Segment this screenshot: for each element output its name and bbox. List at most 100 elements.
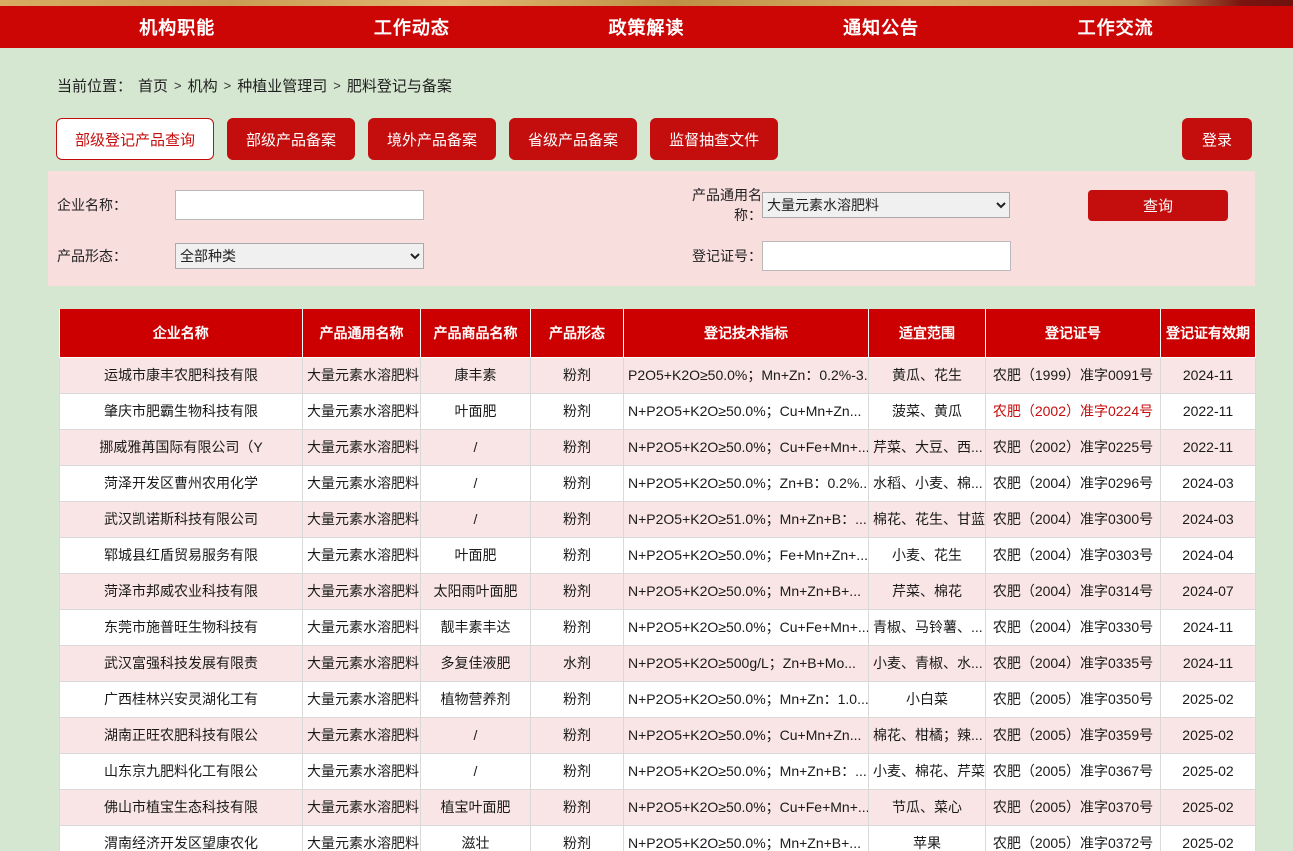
cell-tech-spec: N+P2O5+K2O≥50.0%；Mn+Zn+B+...	[624, 573, 869, 609]
breadcrumb-separator: >	[224, 78, 232, 93]
breadcrumb-fertilizer-registration[interactable]: 肥料登记与备案	[347, 75, 452, 96]
tab-ministry-product-filing[interactable]: 部级产品备案	[227, 118, 355, 160]
table-row[interactable]: 佛山市植宝生态科技有限大量元素水溶肥料植宝叶面肥粉剂N+P2O5+K2O≥50.…	[60, 789, 1256, 825]
cell-tech-spec: N+P2O5+K2O≥50.0%；Cu+Mn+Zn...	[624, 393, 869, 429]
cell-trade-name: /	[421, 501, 531, 537]
cell-tech-spec: N+P2O5+K2O≥50.0%；Cu+Fe+Mn+...	[624, 789, 869, 825]
cell-cert-number[interactable]: 农肥（2005）准字0370号	[986, 789, 1161, 825]
table-row[interactable]: 东莞市施普旺生物科技有大量元素水溶肥料靓丰素丰达粉剂N+P2O5+K2O≥50.…	[60, 609, 1256, 645]
nav-item-notices[interactable]: 通知公告	[843, 14, 919, 40]
tab-ministry-registered-product-query[interactable]: 部级登记产品查询	[56, 118, 214, 160]
cell-generic-name: 大量元素水溶肥料	[303, 573, 421, 609]
cell-tech-spec: N+P2O5+K2O≥50.0%；Zn+B：0.2%...	[624, 465, 869, 501]
cell-cert-number[interactable]: 农肥（2004）准字0330号	[986, 609, 1161, 645]
cell-trade-name: 植宝叶面肥	[421, 789, 531, 825]
cell-cert-number[interactable]: 农肥（2005）准字0367号	[986, 753, 1161, 789]
cell-trade-name: 滋壮	[421, 825, 531, 851]
cell-cert-number[interactable]: 农肥（2005）准字0359号	[986, 717, 1161, 753]
cell-tech-spec: N+P2O5+K2O≥50.0%；Cu+Fe+Mn+...	[624, 429, 869, 465]
cell-cert-expiry: 2024-07	[1161, 573, 1256, 609]
cell-suitable-range: 棉花、花生、甘蓝	[869, 501, 986, 537]
login-button[interactable]: 登录	[1182, 118, 1252, 160]
cell-company-name: 佛山市植宝生态科技有限	[60, 789, 303, 825]
generic-name-select[interactable]: 大量元素水溶肥料	[762, 192, 1010, 218]
cell-company-name: 肇庆市肥霸生物科技有限	[60, 393, 303, 429]
cell-cert-number[interactable]: 农肥（2004）准字0300号	[986, 501, 1161, 537]
cell-tech-spec: N+P2O5+K2O≥50.0%；Cu+Fe+Mn+...	[624, 609, 869, 645]
cell-suitable-range: 小麦、棉花、芹菜	[869, 753, 986, 789]
cell-product-form: 粉剂	[531, 501, 624, 537]
table-row[interactable]: 挪威雅苒国际有限公司（Y大量元素水溶肥料/粉剂N+P2O5+K2O≥50.0%；…	[60, 429, 1256, 465]
table-row[interactable]: 广西桂林兴安灵湖化工有大量元素水溶肥料植物营养剂粉剂N+P2O5+K2O≥50.…	[60, 681, 1256, 717]
cell-suitable-range: 苹果	[869, 825, 986, 851]
breadcrumb-home[interactable]: 首页	[138, 75, 168, 96]
table-row[interactable]: 武汉富强科技发展有限责大量元素水溶肥料多复佳液肥水剂N+P2O5+K2O≥500…	[60, 645, 1256, 681]
breadcrumb-separator: >	[174, 78, 182, 93]
header-product-form: 产品形态	[531, 309, 624, 357]
cell-cert-expiry: 2025-02	[1161, 681, 1256, 717]
table-row[interactable]: 武汉凯诺斯科技有限公司大量元素水溶肥料/粉剂N+P2O5+K2O≥51.0%；M…	[60, 501, 1256, 537]
table-row[interactable]: 湖南正旺农肥科技有限公大量元素水溶肥料/粉剂N+P2O5+K2O≥50.0%；C…	[60, 717, 1256, 753]
cell-cert-number[interactable]: 农肥（2004）准字0335号	[986, 645, 1161, 681]
table-row[interactable]: 肇庆市肥霸生物科技有限大量元素水溶肥料叶面肥粉剂N+P2O5+K2O≥50.0%…	[60, 393, 1256, 429]
cell-company-name: 东莞市施普旺生物科技有	[60, 609, 303, 645]
nav-item-agency-functions[interactable]: 机构职能	[139, 14, 215, 40]
cell-suitable-range: 小麦、花生	[869, 537, 986, 573]
cell-suitable-range: 黄瓜、花生	[869, 357, 986, 393]
cell-cert-expiry: 2025-02	[1161, 753, 1256, 789]
product-form-select[interactable]: 全部种类	[175, 243, 424, 269]
breadcrumb-agency[interactable]: 机构	[188, 75, 218, 96]
tab-provincial-product-filing[interactable]: 省级产品备案	[509, 118, 637, 160]
table-row[interactable]: 郓城县红盾贸易服务有限大量元素水溶肥料叶面肥粉剂N+P2O5+K2O≥50.0%…	[60, 537, 1256, 573]
cell-tech-spec: P2O5+K2O≥50.0%；Mn+Zn：0.2%-3...	[624, 357, 869, 393]
breadcrumb-planting-dept[interactable]: 种植业管理司	[237, 75, 327, 96]
cell-cert-number[interactable]: 农肥（2002）准字0224号	[986, 393, 1161, 429]
cell-product-form: 粉剂	[531, 609, 624, 645]
cell-trade-name: /	[421, 465, 531, 501]
header-cert-expiry: 登记证有效期	[1161, 309, 1256, 357]
cell-trade-name: 康丰素	[421, 357, 531, 393]
table-row[interactable]: 菏泽市邦威农业科技有限大量元素水溶肥料太阳雨叶面肥粉剂N+P2O5+K2O≥50…	[60, 573, 1256, 609]
cell-generic-name: 大量元素水溶肥料	[303, 753, 421, 789]
cert-number-input[interactable]	[762, 241, 1011, 271]
cell-cert-number[interactable]: 农肥（2004）准字0303号	[986, 537, 1161, 573]
cell-company-name: 运城市康丰农肥科技有限	[60, 357, 303, 393]
nav-item-policy-interpretation[interactable]: 政策解读	[608, 14, 684, 40]
cell-company-name: 武汉凯诺斯科技有限公司	[60, 501, 303, 537]
cell-cert-expiry: 2024-11	[1161, 609, 1256, 645]
cell-cert-number[interactable]: 农肥（1999）准字0091号	[986, 357, 1161, 393]
nav-item-work-exchange[interactable]: 工作交流	[1078, 14, 1154, 40]
cell-trade-name: 植物营养剂	[421, 681, 531, 717]
cell-company-name: 郓城县红盾贸易服务有限	[60, 537, 303, 573]
search-panel: 企业名称： 产品通用名称： 大量元素水溶肥料 查询 产品形态： 全部种类 登记证…	[48, 171, 1255, 286]
cell-product-form: 粉剂	[531, 789, 624, 825]
company-name-input[interactable]	[175, 190, 424, 220]
table-row[interactable]: 渭南经济开发区望康农化大量元素水溶肥料滋壮粉剂N+P2O5+K2O≥50.0%；…	[60, 825, 1256, 851]
cell-cert-expiry: 2022-11	[1161, 393, 1256, 429]
nav-item-work-trends[interactable]: 工作动态	[374, 14, 450, 40]
tab-overseas-product-filing[interactable]: 境外产品备案	[368, 118, 496, 160]
cell-trade-name: 多复佳液肥	[421, 645, 531, 681]
header-generic-name: 产品通用名称	[303, 309, 421, 357]
cell-cert-number[interactable]: 农肥（2004）准字0296号	[986, 465, 1161, 501]
cell-suitable-range: 棉花、柑橘；辣...	[869, 717, 986, 753]
query-button[interactable]: 查询	[1088, 190, 1228, 221]
header-suitable-range: 适宜范围	[869, 309, 986, 357]
table-row[interactable]: 运城市康丰农肥科技有限大量元素水溶肥料康丰素粉剂P2O5+K2O≥50.0%；M…	[60, 357, 1256, 393]
cell-cert-number[interactable]: 农肥（2004）准字0314号	[986, 573, 1161, 609]
table-row[interactable]: 菏泽开发区曹州农用化学大量元素水溶肥料/粉剂N+P2O5+K2O≥50.0%；Z…	[60, 465, 1256, 501]
table-row[interactable]: 山东京九肥料化工有限公大量元素水溶肥料/粉剂N+P2O5+K2O≥50.0%；M…	[60, 753, 1256, 789]
cell-generic-name: 大量元素水溶肥料	[303, 501, 421, 537]
main-nav: 机构职能 工作动态 政策解读 通知公告 工作交流	[0, 6, 1293, 48]
cell-suitable-range: 小白菜	[869, 681, 986, 717]
cell-cert-number[interactable]: 农肥（2005）准字0372号	[986, 825, 1161, 851]
cell-product-form: 粉剂	[531, 429, 624, 465]
cell-cert-number[interactable]: 农肥（2002）准字0225号	[986, 429, 1161, 465]
header-company-name: 企业名称	[60, 309, 303, 357]
cell-product-form: 粉剂	[531, 357, 624, 393]
tab-supervision-sampling-documents[interactable]: 监督抽查文件	[650, 118, 778, 160]
tabs-row: 部级登记产品查询 部级产品备案 境外产品备案 省级产品备案 监督抽查文件 登录	[48, 118, 1255, 160]
cell-cert-expiry: 2024-11	[1161, 357, 1256, 393]
cell-tech-spec: N+P2O5+K2O≥51.0%；Mn+Zn+B：...	[624, 501, 869, 537]
cell-cert-number[interactable]: 农肥（2005）准字0350号	[986, 681, 1161, 717]
